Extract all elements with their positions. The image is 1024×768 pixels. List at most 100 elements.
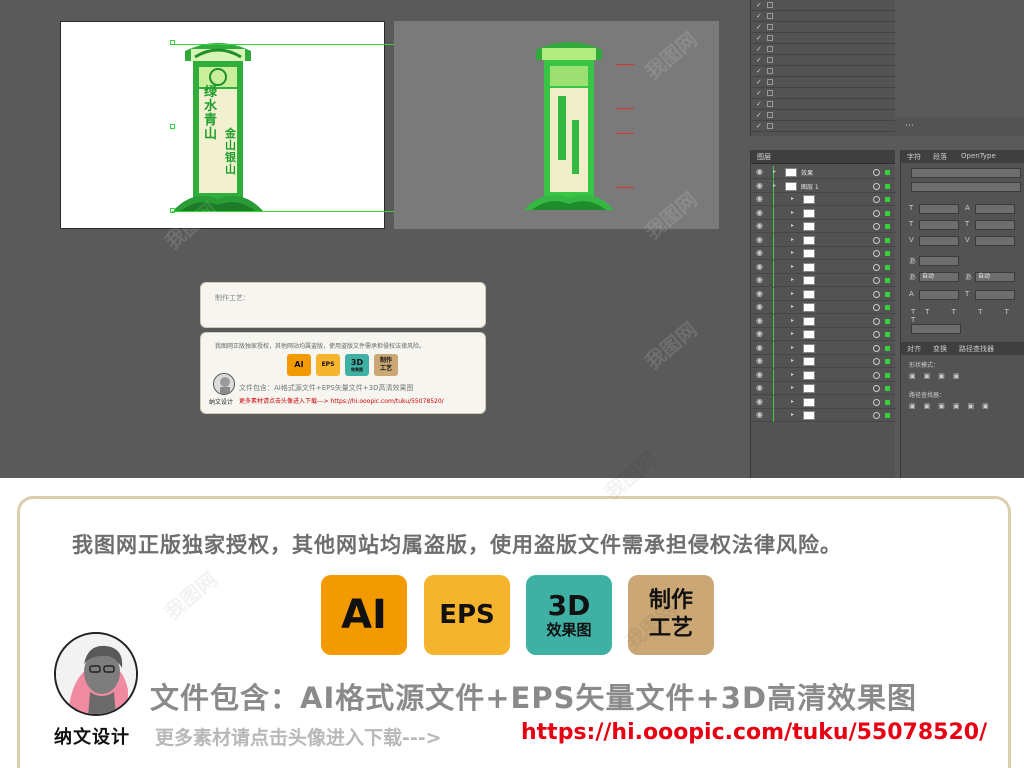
layer-row[interactable]: ◉ ▸ 图层 1	[751, 179, 896, 193]
visibility-check-icon[interactable]: ✓	[756, 45, 762, 53]
mini-avatar[interactable]	[213, 373, 235, 395]
shape-mode-icons[interactable]: ▣▣▣▣	[909, 372, 967, 380]
visibility-eye-icon[interactable]: ◉	[756, 208, 763, 217]
visibility-eye-icon[interactable]: ◉	[756, 235, 763, 244]
visibility-check-icon[interactable]: ✓	[756, 100, 762, 108]
target-circle-icon[interactable]	[873, 358, 880, 365]
designer-profile-link[interactable]: https://hi.ooopic.com/tuku/55078520/	[521, 720, 987, 745]
target-circle-icon[interactable]	[873, 250, 880, 257]
selection-indicator[interactable]	[885, 318, 890, 324]
layer-row[interactable]: ◉ ▸	[751, 220, 896, 233]
designer-avatar[interactable]	[54, 632, 138, 716]
panel-options-icon[interactable]: ⋯	[905, 121, 914, 131]
tab-align[interactable]: 对齐	[907, 344, 921, 354]
mini-more[interactable]: 更多素材请点击头像进入下载---> https://hi.ooopic.com/…	[239, 396, 444, 405]
selection-indicator[interactable]	[885, 278, 890, 283]
tab-opentype[interactable]: OpenType	[961, 152, 996, 160]
horizontal-scale-field[interactable]	[975, 220, 1015, 230]
selection-indicator[interactable]	[885, 332, 890, 337]
tab-layers[interactable]: 图层	[757, 152, 771, 162]
expand-triangle-icon[interactable]: ▸	[791, 330, 794, 337]
tab-pathfinder[interactable]: 路径查找器	[959, 344, 994, 354]
target-circle-icon[interactable]	[873, 209, 880, 217]
target-circle-icon[interactable]	[873, 331, 880, 338]
tracking-field[interactable]	[975, 236, 1015, 246]
selection-indicator[interactable]	[885, 197, 890, 202]
expand-triangle-icon[interactable]: ▸	[791, 222, 794, 229]
visibility-check-icon[interactable]: ✓	[756, 67, 762, 75]
target-circle-icon[interactable]	[873, 385, 880, 392]
baseline-shift-field[interactable]	[919, 290, 959, 300]
expand-triangle-icon[interactable]: ▸	[791, 371, 794, 378]
selection-handle[interactable]	[170, 124, 175, 129]
selection-indicator[interactable]	[885, 386, 890, 391]
sign-design-left[interactable]	[173, 41, 263, 216]
expand-triangle-icon[interactable]: ▸	[791, 303, 794, 310]
visibility-check-icon[interactable]: ✓	[756, 1, 762, 9]
layer-row[interactable]: ◉ ▸ 效果	[751, 166, 896, 179]
vertical-scale-field[interactable]	[919, 220, 959, 230]
artboard-right[interactable]	[394, 21, 719, 229]
expand-triangle-icon[interactable]: ▸	[773, 168, 776, 175]
leading-field[interactable]	[975, 204, 1015, 214]
tab-character[interactable]: 字符	[907, 152, 921, 162]
selection-indicator[interactable]	[885, 359, 890, 364]
layer-row[interactable]: ◉ ▸	[751, 409, 896, 422]
visibility-eye-icon[interactable]: ◉	[756, 194, 763, 203]
expand-triangle-icon[interactable]: ▸	[791, 411, 794, 418]
layer-row[interactable]: ◉ ▸	[751, 287, 896, 301]
layer-row[interactable]: ✓	[751, 110, 896, 121]
layer-row[interactable]: ◉ ▸	[751, 301, 896, 314]
tab-paragraph[interactable]: 段落	[933, 152, 947, 162]
layer-row[interactable]: ◉ ▸	[751, 382, 896, 395]
layer-row[interactable]: ✓	[751, 22, 896, 33]
expand-triangle-icon[interactable]: ▸	[791, 290, 794, 297]
visibility-eye-icon[interactable]: ◉	[756, 181, 763, 190]
selection-indicator[interactable]	[885, 291, 890, 297]
visibility-check-icon[interactable]: ✓	[756, 111, 762, 119]
layer-row[interactable]: ◉ ▸	[751, 395, 896, 409]
visibility-eye-icon[interactable]: ◉	[756, 343, 763, 352]
layer-row[interactable]: ◉ ▸	[751, 355, 896, 368]
font-style-field[interactable]	[911, 182, 1021, 192]
expand-triangle-icon[interactable]: ▸	[791, 384, 794, 391]
rotation-field[interactable]	[975, 290, 1015, 300]
visibility-eye-icon[interactable]: ◉	[756, 248, 763, 257]
visibility-eye-icon[interactable]: ◉	[756, 410, 763, 419]
layer-row[interactable]: ✓	[751, 11, 896, 22]
aki-right-field[interactable]: 自动	[975, 272, 1015, 282]
expand-triangle-icon[interactable]: ▸	[791, 276, 794, 283]
target-circle-icon[interactable]	[873, 169, 880, 176]
selection-indicator[interactable]	[885, 224, 890, 229]
expand-triangle-icon[interactable]: ▸	[791, 195, 794, 202]
selection-indicator[interactable]	[885, 305, 890, 310]
layer-row[interactable]: ◉ ▸	[751, 193, 896, 206]
target-circle-icon[interactable]	[873, 196, 880, 203]
craft-preview-card[interactable]: 制作工艺：	[200, 282, 486, 328]
layer-row[interactable]: ✓	[751, 33, 896, 44]
layer-row[interactable]: ✓	[751, 0, 896, 11]
visibility-eye-icon[interactable]: ◉	[756, 221, 763, 230]
layer-row[interactable]: ◉ ▸	[751, 328, 896, 341]
layer-row[interactable]: ✓	[751, 88, 896, 99]
visibility-eye-icon[interactable]: ◉	[756, 302, 763, 311]
visibility-eye-icon[interactable]: ◉	[756, 167, 763, 176]
visibility-eye-icon[interactable]: ◉	[756, 316, 763, 325]
selection-indicator[interactable]	[885, 210, 890, 216]
language-field[interactable]	[911, 324, 961, 334]
visibility-eye-icon[interactable]: ◉	[756, 397, 763, 406]
expand-triangle-icon[interactable]: ▸	[791, 357, 794, 364]
artboard-left[interactable]: 绿水青山 金山银山	[60, 21, 385, 229]
layer-row[interactable]: ◉ ▸	[751, 368, 896, 382]
visibility-eye-icon[interactable]: ◉	[756, 262, 763, 271]
selection-indicator[interactable]	[885, 372, 890, 378]
layer-row[interactable]: ◉ ▸	[751, 260, 896, 274]
layer-row[interactable]: ✓	[751, 44, 896, 55]
visibility-eye-icon[interactable]: ◉	[756, 370, 763, 379]
layer-row[interactable]: ◉ ▸	[751, 314, 896, 328]
aki-left-field[interactable]: 自动	[919, 272, 959, 282]
visibility-eye-icon[interactable]: ◉	[756, 356, 763, 365]
selection-indicator[interactable]	[885, 237, 890, 243]
visibility-check-icon[interactable]: ✓	[756, 89, 762, 97]
layer-row[interactable]: ◉ ▸	[751, 206, 896, 220]
